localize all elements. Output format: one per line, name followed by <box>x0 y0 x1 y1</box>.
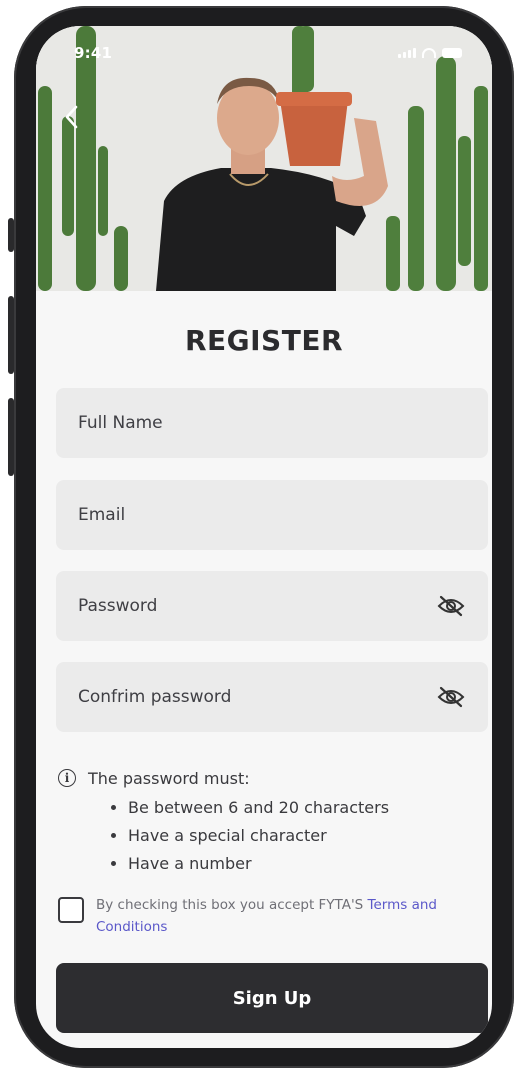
full-name-input[interactable]: Full Name <box>56 388 488 458</box>
password-visibility-toggle[interactable] <box>436 594 466 618</box>
hero-photo: 9:41 <box>36 26 492 291</box>
signal-icon <box>398 48 416 58</box>
eye-off-icon <box>437 595 465 617</box>
battery-icon <box>442 48 462 58</box>
email-input[interactable]: Email <box>56 480 488 550</box>
confirm-password-placeholder: Confrim password <box>78 687 232 707</box>
volume-down-button <box>8 398 14 476</box>
page-title: REGISTER <box>184 324 344 357</box>
password-placeholder: Password <box>78 596 158 616</box>
app-screen: 9:41 REGISTER Full Name Email Password C… <box>36 26 492 1048</box>
sign-up-button[interactable]: Sign Up <box>56 963 488 1033</box>
password-requirements-heading-row: i The password must: <box>58 766 478 790</box>
eye-off-icon <box>437 686 465 708</box>
back-chevron-icon <box>65 105 78 129</box>
full-name-placeholder: Full Name <box>78 413 163 433</box>
requirement-special-character: Have a special character <box>128 822 478 850</box>
requirement-length: Be between 6 and 20 characters <box>128 794 478 822</box>
email-placeholder: Email <box>78 505 126 525</box>
confirm-password-input[interactable]: Confrim password <box>56 662 488 732</box>
terms-row: By checking this box you accept FYTA'S T… <box>58 894 478 938</box>
status-time: 9:41 <box>74 44 113 62</box>
sign-up-label: Sign Up <box>232 987 312 1009</box>
back-button[interactable] <box>58 104 84 130</box>
password-requirements-heading: The password must: <box>88 768 250 788</box>
terms-statement: By checking this box you accept FYTA'S <box>96 897 368 913</box>
password-requirements: i The password must: Be between 6 and 20… <box>58 766 478 878</box>
volume-up-button <box>8 296 14 374</box>
terms-text: By checking this box you accept FYTA'S T… <box>96 894 478 938</box>
status-icons <box>398 48 462 58</box>
password-requirements-list: Be between 6 and 20 characters Have a sp… <box>58 794 478 878</box>
requirement-number: Have a number <box>128 850 478 878</box>
info-icon: i <box>58 769 76 787</box>
password-input[interactable]: Password <box>56 571 488 641</box>
status-bar: 9:41 <box>36 26 492 70</box>
confirm-password-visibility-toggle[interactable] <box>436 685 466 709</box>
terms-checkbox[interactable] <box>58 897 84 923</box>
wifi-icon <box>422 48 436 58</box>
mute-switch <box>8 218 14 252</box>
